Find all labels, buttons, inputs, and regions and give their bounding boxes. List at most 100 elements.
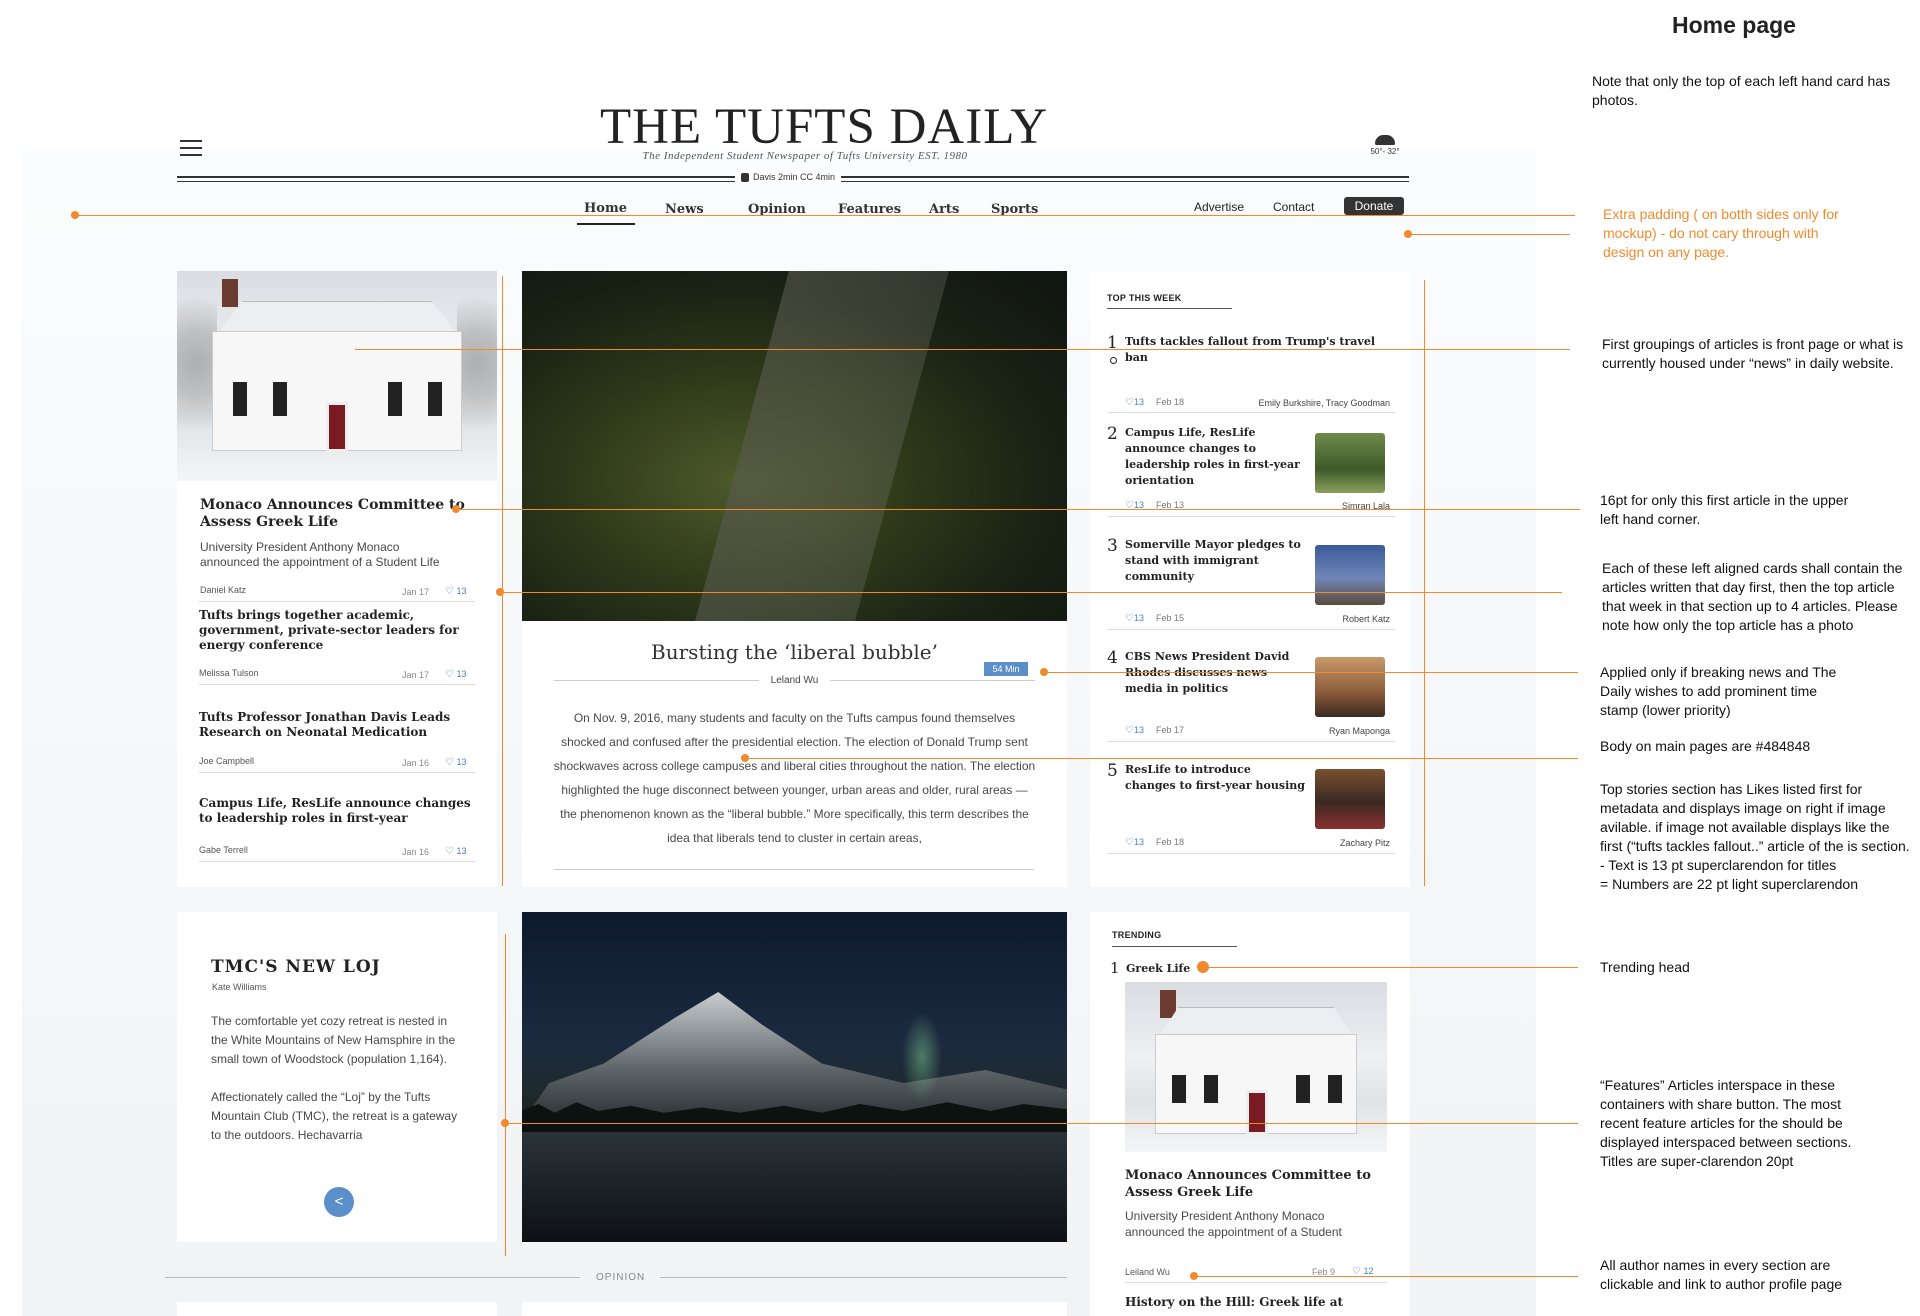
- annotation-line: [1044, 672, 1578, 673]
- photo-house: [1155, 1034, 1357, 1135]
- annotation-line: [1209, 967, 1578, 968]
- photo-chimney: [1160, 990, 1176, 1018]
- likes-value: 13: [456, 757, 467, 767]
- article-title[interactable]: Campus Life, ResLife announce changes to…: [199, 796, 479, 826]
- article-thumbnail[interactable]: [1315, 657, 1385, 717]
- section-heading-rule: [1112, 946, 1237, 947]
- author-link[interactable]: Emily Burkshire, Tracy Goodman: [1240, 398, 1390, 408]
- next-article-title[interactable]: History on the Hill: Greek life at: [1125, 1294, 1395, 1311]
- lead-article-title[interactable]: Monaco Announces Committee to Assess Gre…: [200, 497, 480, 531]
- author-link[interactable]: Daniel Katz: [200, 585, 246, 595]
- featured-article-card: Bursting the ‘liberal bubble’ Leland Wu …: [522, 271, 1067, 887]
- likes-count[interactable]: ♡13: [1125, 725, 1144, 736]
- site-logo[interactable]: THE TUFTS DAILY: [600, 98, 1047, 156]
- trending-topic[interactable]: Greek Life: [1126, 961, 1190, 977]
- annotation-note: All author names in every section are cl…: [1600, 1257, 1843, 1292]
- author-link[interactable]: Joe Campbell: [199, 756, 254, 766]
- heart-icon: ♡: [445, 669, 454, 680]
- annotation-line: [1194, 1276, 1578, 1277]
- rank-number: 1: [1107, 333, 1118, 353]
- likes-count[interactable]: ♡ 13: [445, 669, 467, 680]
- photo-window: [388, 382, 402, 416]
- cloud-icon: [1375, 135, 1395, 145]
- article-divider: [199, 601, 475, 602]
- photo-chimney: [222, 279, 238, 307]
- author-link[interactable]: Kate Williams: [212, 982, 267, 992]
- share-button[interactable]: <: [324, 1187, 354, 1217]
- author-link[interactable]: Zachary Pitz: [1240, 838, 1390, 848]
- article-divider: [1125, 1282, 1387, 1283]
- trending-card: TRENDING 1 Greek Life Monaco Announces C…: [1090, 912, 1410, 1316]
- top-article-title[interactable]: Somerville Mayor pledges to stand with i…: [1125, 537, 1305, 585]
- annotation-note: Trending head: [1600, 959, 1690, 975]
- feature-paragraph: The comfortable yet cozy retreat is nest…: [211, 1014, 456, 1066]
- likes-count[interactable]: ♡ 13: [445, 757, 467, 768]
- author-link[interactable]: Robert Katz: [1240, 614, 1390, 624]
- annotation-line: [505, 934, 506, 1256]
- lead-article-photo[interactable]: [177, 271, 497, 481]
- author-link[interactable]: Leland Wu: [522, 675, 1067, 686]
- likes-count[interactable]: ♡ 13: [445, 586, 467, 597]
- featured-article-photo[interactable]: [522, 271, 1067, 621]
- article-divider: [1107, 741, 1395, 742]
- photo-tree: [457, 291, 497, 471]
- feature-article-title[interactable]: TMC'S NEW LOJ: [211, 957, 381, 977]
- likes-value: 13: [1133, 837, 1144, 847]
- trending-article-photo[interactable]: [1125, 982, 1387, 1152]
- donate-button[interactable]: Donate: [1344, 197, 1404, 215]
- opinion-section-label: OPINION: [596, 1272, 646, 1283]
- photo-aurora: [902, 1012, 942, 1102]
- annotation-line: [745, 758, 1578, 759]
- heart-icon: ♡: [445, 757, 454, 768]
- author-link[interactable]: Melissa Tulson: [199, 668, 259, 678]
- article-title[interactable]: Tufts Professor Jonathan Davis Leads Res…: [199, 710, 479, 740]
- photo-window: [428, 382, 442, 416]
- article-title[interactable]: Tufts brings together academic, governme…: [199, 608, 479, 653]
- annotation-line: [1424, 280, 1425, 886]
- likes-value: 13: [456, 669, 467, 679]
- author-link[interactable]: Leiland Wu: [1125, 1267, 1170, 1277]
- likes-count[interactable]: ♡13: [1125, 613, 1144, 624]
- article-divider: [1107, 853, 1395, 854]
- featured-article-title[interactable]: Bursting the ‘liberal bubble’: [522, 640, 1067, 664]
- annotation-line: [355, 349, 1570, 350]
- likes-value: 13: [1133, 613, 1144, 623]
- author-link[interactable]: Gabe Terrell: [199, 845, 248, 855]
- likes-value: 13: [1133, 397, 1144, 407]
- nav-active-underline: [577, 223, 635, 225]
- top-article-title[interactable]: ResLife to introduce changes to first-ye…: [1125, 762, 1305, 794]
- bus-icon: [741, 172, 749, 182]
- transit-text: Davis 2min CC 4min: [753, 172, 836, 182]
- author-link[interactable]: Ryan Maponga: [1240, 726, 1390, 736]
- article-date: Feb 18: [1156, 397, 1185, 407]
- article-date: Jan 16: [402, 847, 430, 857]
- photo-mountain: [522, 992, 1067, 1122]
- nav-home[interactable]: Home: [584, 201, 627, 216]
- opinion-rule: [165, 1277, 580, 1278]
- article-thumbnail[interactable]: [1315, 433, 1385, 493]
- article-thumbnail[interactable]: [1315, 545, 1385, 605]
- photo-door: [1246, 1090, 1268, 1135]
- article-thumbnail[interactable]: [1315, 769, 1385, 829]
- article-divider: [1107, 629, 1395, 630]
- feature-article-card: TMC'S NEW LOJ Kate Williams The comforta…: [177, 912, 497, 1242]
- photo-window: [1172, 1075, 1186, 1103]
- top-article-title[interactable]: Tufts tackles fallout from Trump's trave…: [1125, 334, 1375, 366]
- opinion-rule: [660, 1277, 1067, 1278]
- hamburger-menu-icon[interactable]: [180, 140, 202, 156]
- annotation-note: Applied only if breaking news and The Da…: [1600, 664, 1837, 718]
- likes-count[interactable]: ♡13: [1125, 837, 1144, 848]
- nav-advertise[interactable]: Advertise: [1194, 200, 1244, 214]
- photo-window: [1296, 1075, 1310, 1103]
- nav-contact[interactable]: Contact: [1273, 200, 1314, 214]
- feature-article-photo[interactable]: [522, 912, 1067, 1242]
- likes-count[interactable]: ♡13: [1125, 397, 1144, 408]
- likes-value: 12: [1363, 1266, 1374, 1276]
- top-article-title[interactable]: CBS News President David Rhodes discusse…: [1125, 649, 1305, 697]
- heart-icon: ♡: [445, 586, 454, 597]
- photo-window: [273, 382, 287, 416]
- likes-count[interactable]: ♡ 13: [445, 846, 467, 857]
- trending-article-title[interactable]: Monaco Announces Committee to Assess Gre…: [1125, 1167, 1395, 1201]
- top-article-title[interactable]: Campus Life, ResLife announce changes to…: [1125, 425, 1305, 489]
- rank-number: 5: [1107, 761, 1118, 781]
